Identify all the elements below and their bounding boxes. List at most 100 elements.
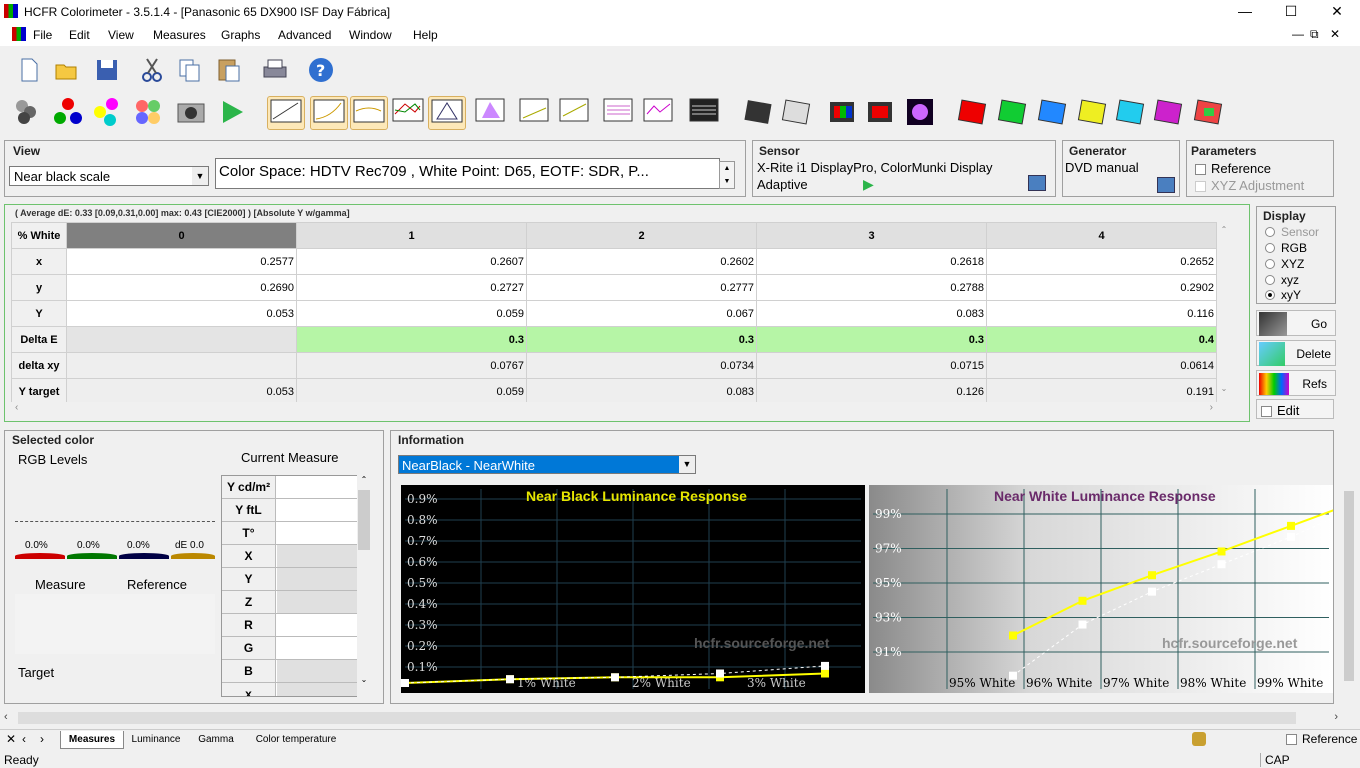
new-file-icon[interactable] <box>14 55 44 85</box>
tab-luminance[interactable]: Luminance <box>126 731 186 749</box>
film-blue-icon[interactable] <box>1036 96 1070 126</box>
menu-file[interactable]: File <box>33 28 52 42</box>
table-cell[interactable]: 0.2727 <box>296 274 527 301</box>
save-icon[interactable] <box>92 55 122 85</box>
table-cell[interactable]: 0.2602 <box>526 248 757 275</box>
display-radio-xyy[interactable]: xyY <box>1265 288 1301 302</box>
table-cell[interactable]: 0.126 <box>756 378 987 405</box>
film-red2-icon[interactable] <box>956 96 990 126</box>
graph-measures-icon[interactable] <box>688 96 722 126</box>
table-cell[interactable]: 0.059 <box>296 378 527 405</box>
copy-icon[interactable] <box>175 55 205 85</box>
film-yellow-icon[interactable] <box>1076 96 1110 126</box>
mdi-restore-button[interactable]: ⧉ <box>1310 27 1319 42</box>
menu-graphs[interactable]: Graphs <box>221 28 260 42</box>
menu-help[interactable]: Help <box>413 28 438 42</box>
table-cell[interactable]: 0.3 <box>526 326 757 353</box>
maximize-button[interactable]: ☐ <box>1268 0 1314 24</box>
menu-advanced[interactable]: Advanced <box>278 28 331 42</box>
mdi-close-button[interactable]: ✕ <box>1330 27 1340 41</box>
graph-cie-color-icon[interactable] <box>474 96 508 126</box>
film-light-icon[interactable] <box>780 96 814 126</box>
chevron-down-icon[interactable]: ▼ <box>679 456 695 473</box>
table-cell[interactable]: 0.191 <box>986 378 1217 405</box>
table-cell[interactable]: 0.3 <box>756 326 987 353</box>
sensor-config-icon[interactable] <box>1028 175 1046 191</box>
col-header-0[interactable]: 0 <box>66 222 297 249</box>
close-button[interactable]: ✕ <box>1314 0 1360 24</box>
row-header[interactable]: Y <box>11 300 67 327</box>
menu-view[interactable]: View <box>108 28 134 42</box>
film-red-icon[interactable] <box>864 96 898 126</box>
measure-primaries-icon[interactable] <box>52 96 82 126</box>
film-dark-icon[interactable] <box>742 96 776 126</box>
table-cell[interactable]: 0.083 <box>526 378 757 405</box>
menu-window[interactable]: Window <box>349 28 392 42</box>
menu-edit[interactable]: Edit <box>69 28 90 42</box>
table-cell[interactable]: 0.2618 <box>756 248 987 275</box>
table-cell[interactable]: 0.053 <box>66 300 297 327</box>
reference-status-checkbox[interactable]: Reference <box>1286 732 1357 746</box>
graph-sat-lum-icon[interactable] <box>642 96 676 126</box>
measure-gray-icon[interactable] <box>12 96 42 126</box>
tab-color-temperature[interactable]: Color temperature <box>248 731 344 749</box>
graph-luminance-icon[interactable] <box>267 96 305 130</box>
table-cell[interactable]: 0.116 <box>986 300 1217 327</box>
display-radio-rgb[interactable]: RGB <box>1265 241 1307 255</box>
play-icon[interactable] <box>216 96 246 126</box>
film-green-icon[interactable] <box>996 96 1030 126</box>
view-select[interactable]: Near black scale ▼ <box>9 166 209 186</box>
table-cell[interactable]: 0.2690 <box>66 274 297 301</box>
table-cell[interactable]: 0.059 <box>296 300 527 327</box>
display-radio-xyz-lower[interactable]: xyz <box>1265 273 1299 287</box>
tab-next-icon[interactable]: › <box>40 732 44 746</box>
graph-ciediagram-icon[interactable] <box>428 96 466 130</box>
display-radio-xyz-upper[interactable]: XYZ <box>1265 257 1304 271</box>
row-header[interactable]: delta xy <box>11 352 67 379</box>
table-cell[interactable]: 0.0767 <box>296 352 527 379</box>
right-vscrollbar[interactable] <box>1342 488 1356 694</box>
film-magenta-icon[interactable] <box>1152 96 1186 126</box>
row-header[interactable]: Delta E <box>11 326 67 353</box>
grid-hscrollbar[interactable]: ‹ › <box>11 402 1217 416</box>
help-icon[interactable]: ? <box>306 55 336 85</box>
table-cell[interactable]: 0.0734 <box>526 352 757 379</box>
mdi-minimize-button[interactable]: — <box>1292 27 1304 41</box>
go-button[interactable]: Go <box>1256 310 1336 336</box>
chevron-down-icon[interactable]: ▼ <box>192 167 208 185</box>
col-header-4[interactable]: 4 <box>986 222 1217 249</box>
graph-near-white-icon[interactable] <box>558 96 592 126</box>
refs-button[interactable]: Refs <box>1256 370 1336 396</box>
generator-config-icon[interactable] <box>1157 177 1175 193</box>
graph-near-black-icon[interactable] <box>518 96 552 126</box>
table-cell[interactable] <box>66 326 297 353</box>
menu-measures[interactable]: Measures <box>153 28 206 42</box>
row-header[interactable]: y <box>11 274 67 301</box>
colorspace-spin[interactable]: ▲ ▼ <box>719 161 735 189</box>
tab-first-icon[interactable]: ✕ <box>6 732 16 746</box>
col-header-1[interactable]: 1 <box>296 222 527 249</box>
table-cell[interactable]: 0.2777 <box>526 274 757 301</box>
graph-colortemp-icon[interactable] <box>350 96 388 130</box>
main-hscrollbar[interactable]: ‹ › <box>0 710 1342 726</box>
row-header[interactable]: Y target <box>11 378 67 405</box>
display-radio-sensor[interactable]: Sensor <box>1265 225 1319 239</box>
table-cell[interactable]: 0.3 <box>296 326 527 353</box>
table-cell[interactable]: 0.2607 <box>296 248 527 275</box>
graph-saturation-icon[interactable] <box>602 96 636 126</box>
film-rgb-icon[interactable] <box>826 96 860 126</box>
open-folder-icon[interactable] <box>52 55 82 85</box>
info-graph-select[interactable]: NearBlack - NearWhite ▼ <box>398 455 696 474</box>
measure-secondaries-icon[interactable] <box>92 96 122 126</box>
print-icon[interactable] <box>260 55 290 85</box>
tab-prev-icon[interactable]: ‹ <box>22 732 26 746</box>
measure-saturation-icon[interactable] <box>132 96 162 126</box>
table-cell[interactable]: 0.053 <box>66 378 297 405</box>
delete-button[interactable]: Delete <box>1256 340 1336 366</box>
film-multi-icon[interactable] <box>1192 96 1226 126</box>
reference-checkbox[interactable]: Reference <box>1195 161 1271 176</box>
graph-rgb-icon[interactable] <box>390 96 428 130</box>
table-cell[interactable]: 0.0614 <box>986 352 1217 379</box>
table-cell[interactable]: 0.0715 <box>756 352 987 379</box>
table-cell[interactable]: 0.2652 <box>986 248 1217 275</box>
